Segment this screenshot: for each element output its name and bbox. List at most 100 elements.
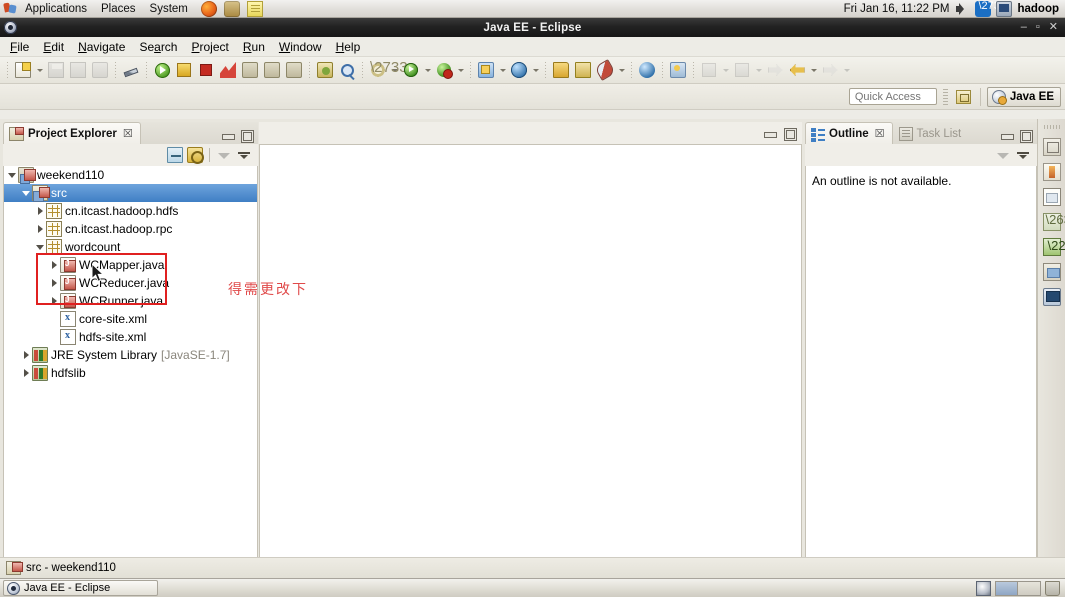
menu-window[interactable]: Window — [272, 38, 329, 56]
tree-row-core-site-xml[interactable]: core-site.xml — [4, 310, 257, 328]
run-dropdown[interactable] — [422, 59, 433, 81]
fast-view-grip[interactable] — [1043, 125, 1060, 129]
snippets-view-icon[interactable] — [1042, 238, 1065, 256]
project-tree[interactable]: weekend110 src cn.itcast.hadoop.hdfs cn.… — [3, 166, 258, 572]
help-icon[interactable] — [223, 0, 240, 17]
new-wizard-button[interactable] — [12, 59, 34, 81]
terminate-button[interactable] — [195, 59, 217, 81]
external-tools-button[interactable] — [367, 59, 408, 81]
open-browser-button[interactable] — [636, 59, 658, 81]
new-java-project-button[interactable] — [475, 59, 497, 81]
show-desktop-icon[interactable] — [976, 580, 991, 596]
firefox-icon[interactable] — [200, 0, 217, 17]
window-close-button[interactable]: ✕ — [1049, 22, 1058, 33]
focus-task-icon[interactable] — [216, 147, 232, 163]
maximize-icon[interactable] — [1019, 129, 1033, 143]
save-all-button[interactable] — [67, 59, 89, 81]
annotation-next-dropdown[interactable] — [753, 59, 764, 81]
twisty-closed-icon[interactable] — [34, 220, 46, 238]
gnome-menu-applications[interactable]: Applications — [18, 2, 94, 16]
window-maximize-button[interactable]: ▫ — [1036, 22, 1040, 33]
suspend-button[interactable] — [173, 59, 195, 81]
notes-icon[interactable] — [246, 0, 263, 17]
volume-icon[interactable] — [954, 1, 970, 17]
clock[interactable]: Fri Jan 16, 11:22 PM — [844, 3, 950, 15]
tab-task-list[interactable]: Task List — [893, 122, 970, 144]
step-over-button[interactable] — [261, 59, 283, 81]
trash-icon[interactable] — [1045, 580, 1060, 596]
menu-run[interactable]: Run — [236, 38, 272, 56]
quick-fix-button[interactable] — [120, 59, 142, 81]
collapse-all-icon[interactable] — [167, 147, 183, 163]
taskbar-window-button[interactable]: Java EE - Eclipse — [3, 580, 158, 596]
tree-row-src[interactable]: src — [4, 184, 257, 202]
save-button[interactable] — [45, 59, 67, 81]
tree-row-cn-itcast-hadoop-rpc[interactable]: cn.itcast.hadoop.rpc — [4, 220, 257, 238]
tree-row-cn-itcast-hadoop-hdfs[interactable]: cn.itcast.hadoop.hdfs — [4, 202, 257, 220]
step-return-button[interactable] — [283, 59, 305, 81]
debug-dropdown[interactable] — [455, 59, 466, 81]
annotation-next-button[interactable] — [731, 59, 753, 81]
tree-row-weekend110[interactable]: weekend110 — [4, 166, 257, 184]
twisty-closed-icon[interactable] — [34, 202, 46, 220]
disconnect-button[interactable] — [217, 59, 239, 81]
minimize-icon[interactable] — [221, 129, 235, 142]
forward-button[interactable] — [819, 59, 841, 81]
annotation-prev-button[interactable] — [698, 59, 720, 81]
view-menu-icon[interactable] — [1015, 147, 1031, 163]
tree-row-jre-system-library[interactable]: JRE System Library [JavaSE-1.7] — [4, 346, 257, 364]
maximize-icon[interactable] — [783, 127, 797, 141]
forward-dropdown[interactable] — [841, 59, 852, 81]
twisty-closed-icon[interactable] — [48, 256, 60, 274]
minimize-icon[interactable] — [763, 127, 777, 140]
twisty-closed-icon[interactable] — [20, 364, 32, 382]
menu-search[interactable]: Search — [132, 38, 184, 56]
twisty-closed-icon[interactable] — [20, 346, 32, 364]
console-view-icon[interactable] — [1042, 263, 1061, 281]
menu-navigate[interactable]: Navigate — [71, 38, 132, 56]
tab-close-icon[interactable]: ☒ — [123, 127, 133, 140]
tree-row-wcmapper-java[interactable]: WCMapper.java — [4, 256, 257, 274]
menu-help[interactable]: Help — [329, 38, 368, 56]
publish-dropdown[interactable] — [616, 59, 627, 81]
twisty-closed-icon[interactable] — [48, 292, 60, 310]
focus-task-icon[interactable] — [995, 147, 1011, 163]
open-folder-button[interactable] — [550, 59, 572, 81]
bluetooth-icon[interactable] — [975, 0, 1006, 17]
fast-view-restore-icon[interactable] — [1042, 138, 1061, 156]
debug-button[interactable] — [433, 59, 455, 81]
open-type-button[interactable] — [314, 59, 336, 81]
step-into-button[interactable] — [239, 59, 261, 81]
terminal-view-icon[interactable] — [1042, 288, 1061, 306]
tree-row-wcreducer-java[interactable]: WCReducer.java — [4, 274, 257, 292]
menu-edit[interactable]: Edit — [36, 38, 71, 56]
new-wizard-dropdown[interactable] — [34, 59, 45, 81]
tab-project-explorer[interactable]: Project Explorer ☒ — [3, 122, 141, 144]
annotation-prev-dropdown[interactable] — [720, 59, 731, 81]
workspace-1[interactable] — [996, 581, 1018, 595]
properties-view-icon[interactable] — [1042, 188, 1061, 206]
data-source-explorer-icon[interactable] — [1042, 212, 1065, 231]
gnome-menu-places[interactable]: Places — [94, 2, 143, 16]
twisty-closed-icon[interactable] — [48, 274, 60, 292]
editor-canvas[interactable] — [259, 144, 802, 572]
tree-row-wordcount[interactable]: wordcount — [4, 238, 257, 256]
back-button[interactable] — [786, 59, 808, 81]
twisty-open-icon[interactable] — [34, 238, 46, 256]
twisty-open-icon[interactable] — [20, 184, 32, 202]
maximize-icon[interactable] — [240, 129, 254, 143]
tree-row-hdfs-site-xml[interactable]: hdfs-site.xml — [4, 328, 257, 346]
resume-button[interactable] — [151, 59, 173, 81]
tree-row-wcrunner-java[interactable]: WCRunner.java — [4, 292, 257, 310]
print-button[interactable] — [89, 59, 111, 81]
run-button[interactable] — [400, 59, 422, 81]
tab-outline[interactable]: Outline ☒ — [805, 122, 893, 144]
last-edit-button[interactable] — [764, 59, 786, 81]
open-perspective-button[interactable] — [954, 87, 974, 107]
workspace-switcher[interactable] — [995, 580, 1041, 596]
publish-button[interactable] — [594, 59, 616, 81]
deploy-button[interactable] — [572, 59, 594, 81]
window-minimize-button[interactable]: – — [1021, 22, 1027, 33]
view-menu-icon[interactable] — [236, 147, 252, 163]
search-button[interactable] — [336, 59, 358, 81]
